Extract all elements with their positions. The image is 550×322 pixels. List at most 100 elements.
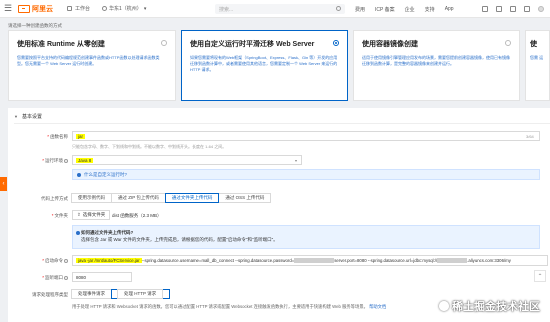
top-link-cost[interactable]: 费用 [355, 6, 365, 13]
message-icon[interactable] [496, 6, 502, 12]
start-cmd-highlight: java -jar /mnt/auto/FCService.jar [76, 258, 142, 263]
upload-option-sample[interactable]: 使用示例代码 [71, 193, 112, 203]
aliyun-logo-icon [18, 4, 30, 13]
request-type-note: 用于处理 HTTP 请求和 Websocket 请求的函数。您可以通过配置 HT… [72, 304, 386, 310]
func-name-hint: 只能包含字母、数字、下划线和中划线。不能以数字、中划线开头。长度在 1-64 之… [72, 144, 227, 149]
card-container-image[interactable]: 使用容器镜像创建 适用于使用镜像引擎管理应用发布的场景，需要您提前创建容器镜像，… [353, 30, 520, 101]
radio-custom-runtime[interactable] [333, 40, 339, 46]
func-name-counter: 3/64 [526, 134, 534, 139]
top-links: 费用 ICP 备案 企业 支持 App [355, 0, 454, 18]
selected-folder-name: dist 函数服务（2.3 MB） [112, 213, 162, 218]
masked-host [437, 258, 468, 263]
chevron-down-icon: ▾ [143, 5, 147, 12]
request-type-http[interactable]: 处理 HTTP 请求 [111, 289, 171, 299]
runtime-label-text: 运行环境 [45, 158, 63, 163]
select-folder-button[interactable]: ⇪ 选择文件夹 [72, 210, 111, 220]
card-desc: 如果您需要将现有的Web框架（SpringBoot、Express、Flask、… [190, 55, 338, 73]
help-icon[interactable] [64, 258, 68, 263]
watermark-logo-icon [439, 301, 449, 311]
collapse-arrow-icon[interactable]: ‹ [0, 177, 7, 191]
scroll-top-icon[interactable]: ⌃ [534, 270, 546, 282]
port-input[interactable]: 8080 [72, 272, 132, 282]
radio-container-image[interactable] [505, 40, 511, 46]
port-label: *监听端口 [8, 275, 68, 281]
upload-method-tabs: 使用示例代码 通过 ZIP 包上传代码 通过文件夹上传代码 通过 OSS 上传代… [71, 193, 272, 203]
workbench-label: 工作台 [75, 6, 91, 12]
help-icon[interactable] [64, 158, 68, 163]
start-cmd-rest: --spring.datasource.username=mall_db_con… [141, 258, 295, 263]
runtime-select[interactable]: Java 8 ▾ [72, 155, 302, 165]
required-mark: * [51, 213, 54, 218]
search-input[interactable]: 搜索... [215, 4, 345, 14]
runtime-info-link[interactable]: 什么是自定义运行时? [84, 172, 127, 178]
watermark-text: 稀土掘金技术社区 [452, 301, 540, 313]
section-header[interactable]: ▼ 基本设置 [14, 113, 42, 120]
language-icon[interactable] [524, 6, 530, 12]
start-cmd-tail: server.port=8080 --spring.datasource.url… [334, 258, 438, 263]
card-desc: 您需 运 [530, 55, 544, 60]
upload-method-label: 代码上传方式 [41, 196, 68, 201]
cloud-shell-icon[interactable] [482, 6, 488, 12]
request-type-event[interactable]: 处理事件请求 [71, 289, 112, 299]
port-label-text: 监听端口 [45, 275, 63, 280]
start-cmd-input[interactable]: java -jar /mnt/auto/FCService.jar --spri… [72, 255, 548, 266]
region-selector[interactable]: 华东1（杭州） ▾ [102, 5, 146, 12]
start-cmd-label-text: 启动命令 [45, 258, 63, 263]
upload-icon: ⇪ [77, 212, 81, 217]
menu-icon[interactable]: ☰ [0, 0, 16, 18]
upload-notice: 如何通过文件夹上传代码? 选择包含 Jar 或 War 文件的文件夹，上传完成后… [72, 225, 540, 249]
request-type-http-label: 处理 HTTP 请求 [117, 289, 164, 299]
upload-option-zip[interactable]: 通过 ZIP 包上传代码 [111, 193, 166, 203]
card-title: 使 [530, 41, 537, 48]
card-partial[interactable]: 使 您需 运 [525, 30, 550, 101]
card-standard-runtime[interactable]: 使用标准 Runtime 从零创建 您需要按照平台支持的代码编程规范创建事件函数… [8, 30, 176, 101]
request-type-tabs: 处理事件请求 处理 HTTP 请求 [71, 289, 171, 299]
top-link-icp[interactable]: ICP 备案 [375, 6, 395, 13]
top-link-app[interactable]: App [445, 6, 454, 12]
basic-settings-panel: ▼ 基本设置 *函数名称 jar 3/64 只能包含字母、数字、下划线和中划线。… [8, 108, 550, 322]
func-name-label: *函数名称 [8, 134, 68, 140]
top-link-support[interactable]: 支持 [425, 6, 435, 13]
logo-text: 阿里云 [32, 5, 53, 13]
port-value: 8080 [76, 274, 87, 280]
card-desc: 适用于使用镜像引擎管理应用发布的场景，需要您提前创建容器镜像，使用已有镜像迁移到… [362, 55, 510, 67]
start-cmd-end: .aliyuncs.com:3306/my [467, 258, 511, 263]
top-link-enterprise[interactable]: 企业 [405, 6, 415, 13]
upload-option-oss[interactable]: 通过 OSS 上传代码 [218, 193, 272, 203]
notice-body: 选择包含 Jar 或 War 文件的文件夹，上传完成后，请根据您的代码，配置"启… [81, 236, 278, 242]
section-title: 基本设置 [21, 114, 42, 120]
top-icons [482, 0, 544, 18]
workbench-link[interactable]: 工作台 [67, 5, 90, 12]
help-icon[interactable] [64, 275, 68, 280]
card-desc: 您需要按照平台支持的代码编程规范创建事件函数或HTTP函数以处理请求函数类型。您… [17, 55, 160, 67]
start-cmd-label: *启动命令 [8, 258, 68, 264]
search-placeholder: 搜索... [219, 6, 234, 13]
required-mark: * [42, 158, 44, 163]
avatar[interactable] [538, 6, 544, 12]
region-label: 华东1（杭州） [109, 6, 142, 12]
request-type-note-text: 用于处理 HTTP 请求和 Websocket 请求的函数。您可以通过配置 HT… [72, 304, 368, 309]
info-icon [77, 172, 81, 177]
folder-label-text: 文件夹 [54, 213, 69, 218]
help-icon[interactable] [510, 6, 516, 12]
upload-option-folder[interactable]: 通过文件夹上传代码 [164, 193, 220, 203]
card-custom-runtime[interactable]: 使用自定义运行时平滑迁移 Web Server 如果您需要将现有的Web框架（S… [181, 30, 348, 101]
search-icon[interactable] [336, 6, 341, 11]
caret-down-icon: ▼ [14, 114, 18, 119]
required-mark: * [47, 134, 49, 139]
func-name-label-text: 函数名称 [50, 134, 68, 139]
card-title: 使用自定义运行时平滑迁移 Web Server [190, 41, 315, 48]
card-title: 使用容器镜像创建 [362, 41, 418, 48]
select-folder-label: 选择文件夹 [82, 212, 106, 217]
logo[interactable]: 阿里云 [18, 4, 53, 14]
folder-label: *文件夹 [8, 213, 68, 219]
required-mark: * [42, 275, 44, 280]
runtime-label: *运行环境 [8, 158, 68, 164]
card-title: 使用标准 Runtime 从零创建 [17, 41, 105, 48]
top-bar: ☰ 阿里云 工作台 华东1（杭州） ▾ 搜索... 费用 ICP 备案 企业 支… [0, 0, 550, 18]
func-name-value: jar [76, 133, 86, 139]
help-doc-link[interactable]: 帮助文档 [369, 304, 386, 309]
radio-standard-runtime[interactable] [161, 40, 167, 46]
func-name-input[interactable]: jar [72, 131, 540, 141]
page-subtitle: 请选择一种创建函数的方式 [8, 23, 62, 28]
